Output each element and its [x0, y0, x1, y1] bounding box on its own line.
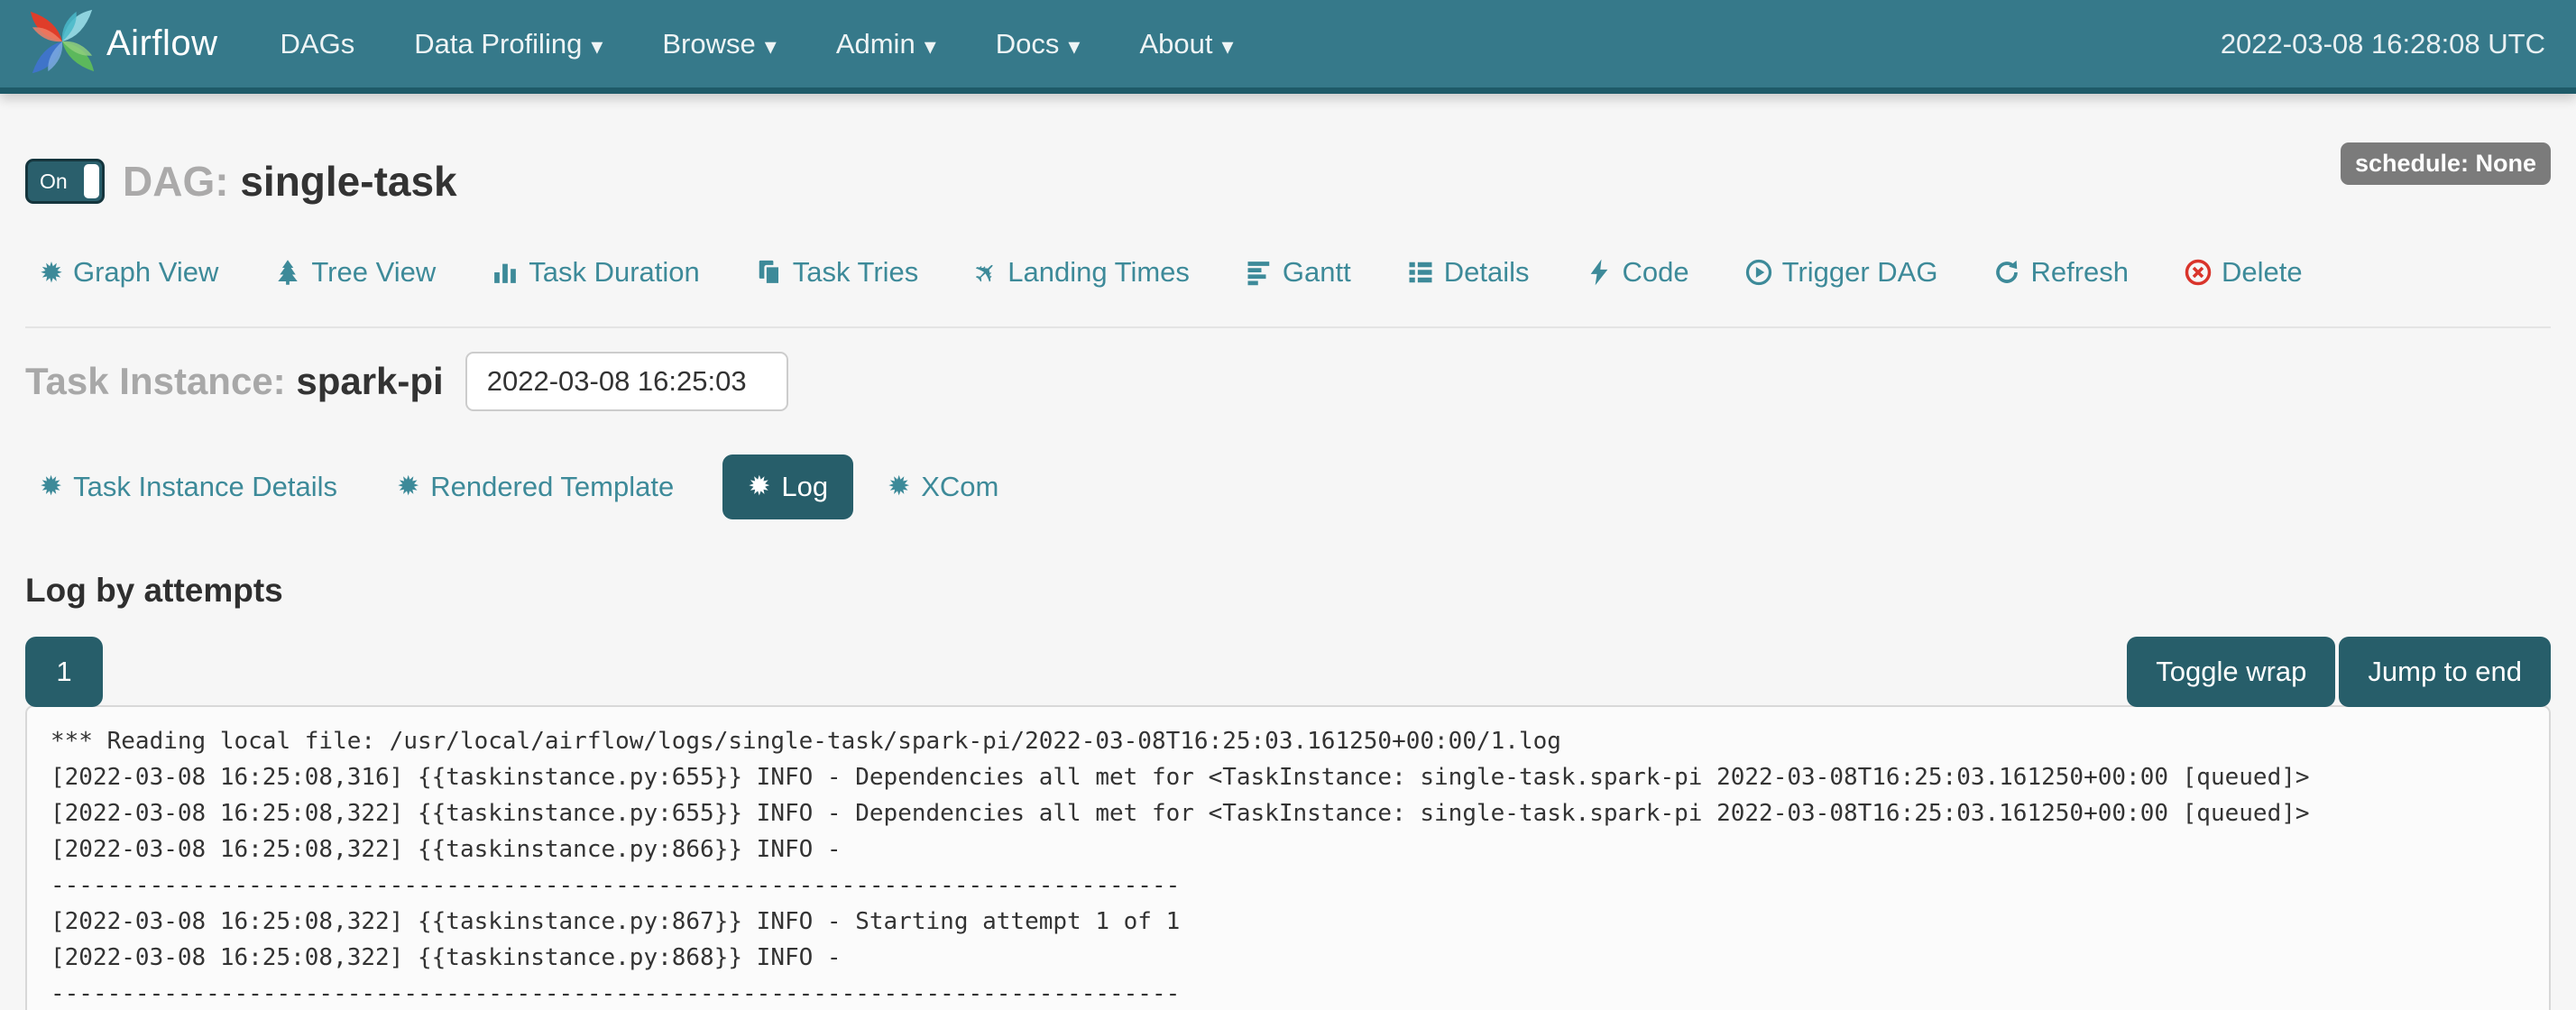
top-navbar: Airflow DAGs Data Profiling▾ Browse▾ Adm… [0, 0, 2576, 94]
brand-name: Airflow [106, 23, 218, 64]
navbar-menu: DAGs Data Profiling▾ Browse▾ Admin▾ Docs… [251, 0, 1264, 87]
tab-delete[interactable]: Delete [2185, 256, 2303, 289]
copy-icon [756, 259, 783, 286]
plane-icon: ✈ [968, 254, 1004, 290]
toggle-on-label: On [28, 170, 68, 194]
tab-task-duration[interactable]: Task Duration [492, 256, 700, 289]
certificate-icon: ✹ [888, 473, 910, 500]
task-instance-title: Task Instance: spark-pi [25, 360, 444, 403]
chevron-down-icon: ▾ [1221, 34, 1233, 58]
align-left-icon [1246, 259, 1273, 286]
bolt-icon [1586, 259, 1613, 286]
divider [25, 326, 2551, 328]
execution-date-input[interactable] [465, 352, 788, 411]
toggle-knob [84, 164, 99, 198]
certificate-icon: ✹ [748, 473, 770, 500]
nav-item-data-profiling[interactable]: Data Profiling▾ [384, 0, 632, 87]
nav-item-about[interactable]: About▾ [1109, 0, 1263, 87]
tab-graph-view[interactable]: ✹ Graph View [40, 256, 218, 289]
play-circle-icon [1745, 259, 1772, 286]
tab-tree-view[interactable]: Tree View [274, 256, 436, 289]
chevron-down-icon: ▾ [1068, 34, 1080, 58]
tab-details[interactable]: Details [1407, 256, 1530, 289]
log-button-active[interactable]: ✹ Log [722, 454, 853, 519]
dag-name: single-task [240, 158, 456, 205]
chevron-down-icon: ▾ [765, 34, 777, 58]
dag-pause-toggle[interactable]: On [25, 159, 105, 204]
chevron-down-icon: ▾ [925, 34, 936, 58]
dag-header: On DAG: single-task schedule: None [25, 157, 2551, 206]
log-by-attempts-heading: Log by attempts [25, 572, 2551, 610]
bar-chart-icon [492, 259, 519, 286]
toggle-wrap-button[interactable]: Toggle wrap [2127, 637, 2335, 707]
certificate-icon: ✹ [40, 259, 63, 287]
task-instance-details-button[interactable]: ✹ Task Instance Details [40, 471, 337, 503]
log-attempts-row: 1 Toggle wrap Jump to end [25, 637, 2551, 707]
log-line: [2022-03-08 16:25:08,316] {{taskinstance… [51, 759, 2525, 795]
tab-gantt[interactable]: Gantt [1246, 256, 1351, 289]
rendered-template-button[interactable]: ✹ Rendered Template [397, 471, 674, 503]
tab-refresh[interactable]: Refresh [1993, 256, 2129, 289]
task-instance-row: Task Instance: spark-pi [25, 352, 2551, 411]
log-line: [2022-03-08 16:25:08,322] {{taskinstance… [51, 831, 2525, 868]
task-instance-label: Task Instance: [25, 360, 286, 402]
page-title: DAG: single-task [123, 157, 457, 206]
log-line: [2022-03-08 16:25:08,322] {{taskinstance… [51, 940, 2525, 976]
chevron-down-icon: ▾ [591, 34, 603, 58]
schedule-badge: schedule: None [2341, 142, 2551, 185]
nav-item-dags[interactable]: DAGs [251, 0, 385, 87]
dag-view-tabs: ✹ Graph View Tree View Task Duration Tas… [40, 256, 2551, 289]
tree-icon [274, 259, 301, 286]
tab-trigger-dag[interactable]: Trigger DAG [1745, 256, 1938, 289]
tab-landing-times[interactable]: ✈ Landing Times [974, 256, 1190, 289]
list-icon [1407, 259, 1434, 286]
circle-x-icon [2185, 259, 2212, 286]
certificate-icon: ✹ [40, 473, 62, 500]
nav-item-docs[interactable]: Docs▾ [966, 0, 1110, 87]
log-line: ----------------------------------------… [51, 868, 2525, 904]
attempt-1-tab[interactable]: 1 [25, 637, 103, 707]
log-line: *** Reading local file: /usr/local/airfl… [51, 723, 2525, 759]
utc-clock: 2022-03-08 16:28:08 UTC [2221, 28, 2545, 60]
xcom-button[interactable]: ✹ XCom [888, 471, 998, 503]
refresh-icon [1993, 259, 2020, 286]
nav-item-browse[interactable]: Browse▾ [632, 0, 805, 87]
certificate-icon: ✹ [397, 473, 419, 500]
jump-to-end-button[interactable]: Jump to end [2339, 637, 2551, 707]
task-name: spark-pi [296, 360, 443, 402]
log-line: ----------------------------------------… [51, 976, 2525, 1010]
log-line: [2022-03-08 16:25:08,322] {{taskinstance… [51, 795, 2525, 831]
nav-item-admin[interactable]: Admin▾ [806, 0, 966, 87]
airflow-pinwheel-logo-icon [27, 6, 97, 81]
dag-title-prefix: DAG: [123, 158, 229, 205]
log-line: [2022-03-08 16:25:08,322] {{taskinstance… [51, 904, 2525, 940]
tab-task-tries[interactable]: Task Tries [756, 256, 919, 289]
airflow-brand[interactable]: Airflow [27, 6, 218, 81]
tab-code[interactable]: Code [1586, 256, 1689, 289]
task-instance-buttons: ✹ Task Instance Details ✹ Rendered Templ… [40, 454, 2551, 519]
log-output-box[interactable]: *** Reading local file: /usr/local/airfl… [25, 705, 2551, 1010]
